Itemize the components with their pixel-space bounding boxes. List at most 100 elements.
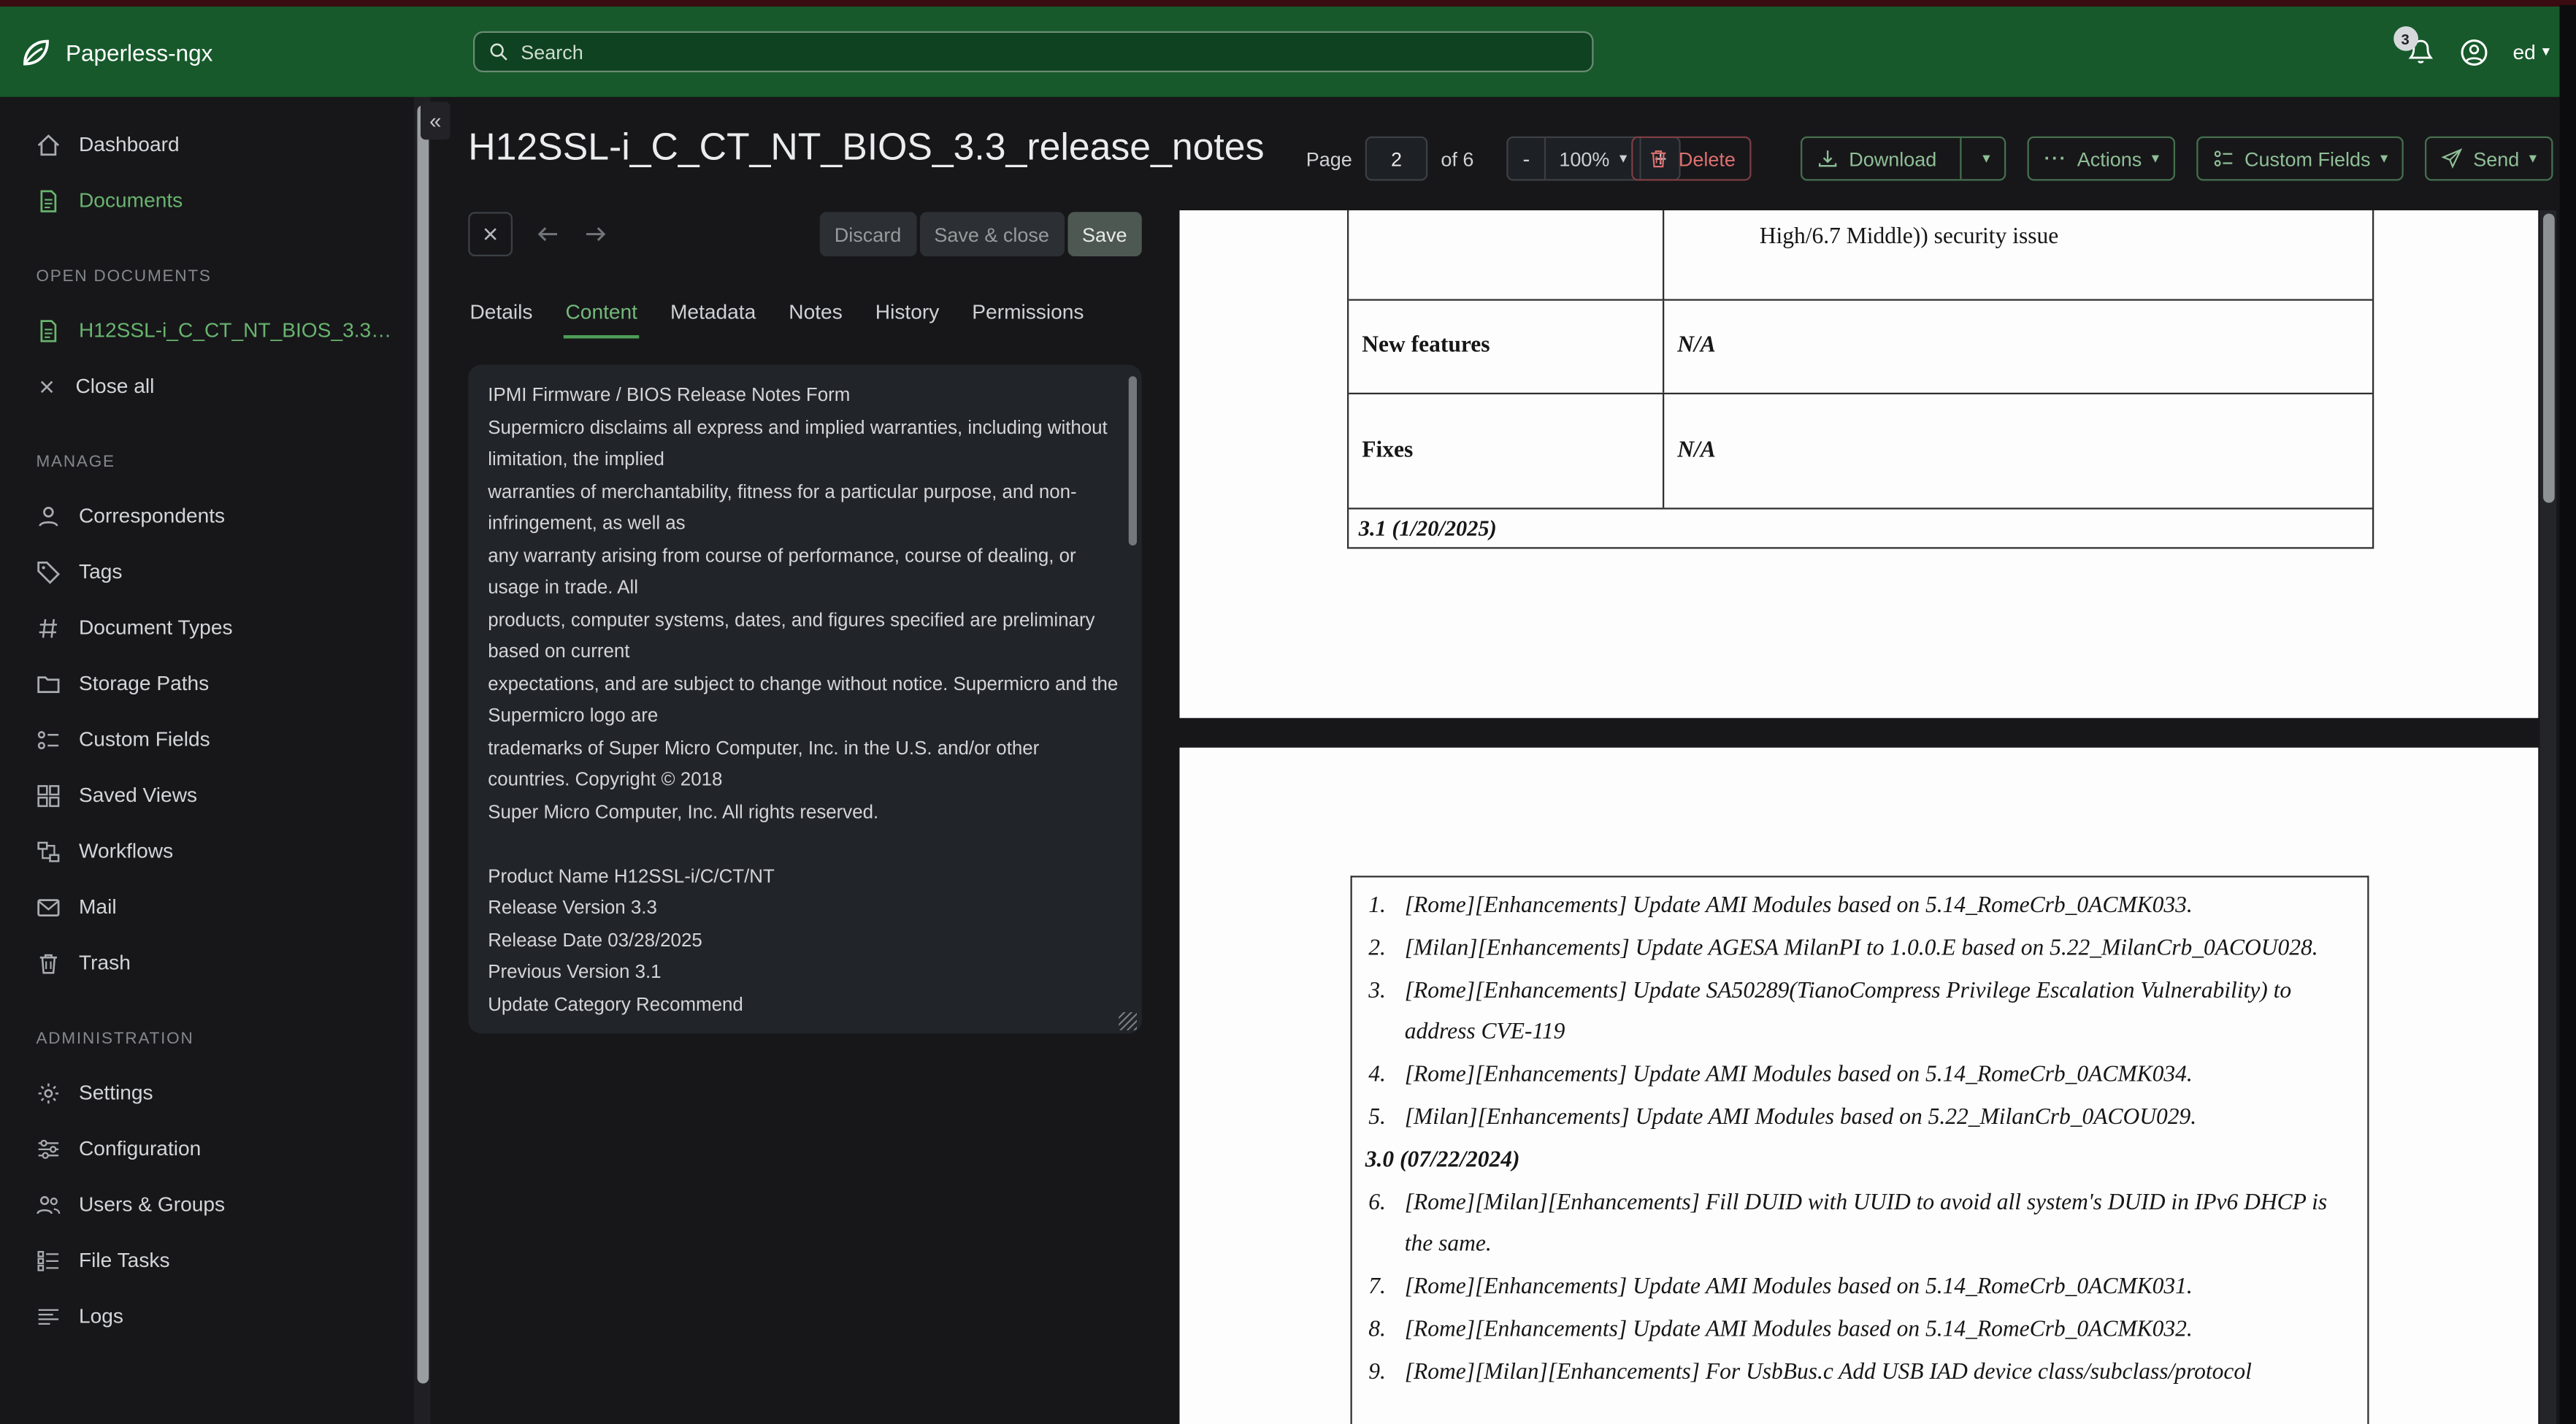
folder-icon — [37, 671, 61, 696]
discard-button[interactable]: Discard — [819, 212, 916, 256]
paperless-app: Paperless-ngx 3 ed ▾ Dashboard Documents — [0, 0, 2576, 1424]
global-search — [473, 31, 1594, 72]
file-text-icon — [37, 188, 61, 213]
app-title: Paperless-ngx — [66, 38, 213, 65]
sidebar-item-users-groups[interactable]: Users & Groups — [0, 1176, 414, 1233]
sidebar-scrollbar-thumb[interactable] — [416, 105, 429, 1384]
sidebar-item-storage-paths[interactable]: Storage Paths — [0, 656, 414, 712]
page-navigation: Page of 6 - 100% ▾ + — [1306, 136, 1682, 181]
sidebar-item-document-types[interactable]: Document Types — [0, 600, 414, 656]
tasks-icon — [37, 1248, 61, 1273]
sidebar-item-trash[interactable]: Trash — [0, 935, 414, 991]
app-brand: Paperless-ngx — [0, 35, 212, 68]
sidebar-item-file-tasks[interactable]: File Tasks — [0, 1233, 414, 1289]
sidebar-item-settings[interactable]: Settings — [0, 1065, 414, 1121]
search-icon — [488, 41, 509, 62]
pdf-page-2: 1. [Rome][Enhancements] Update AMI Module… — [1179, 747, 2539, 1424]
sidebar-item-saved-views[interactable]: Saved Views — [0, 767, 414, 824]
page-total-label: of 6 — [1441, 147, 1474, 170]
next-document-button[interactable] — [583, 222, 608, 247]
people-icon — [37, 1192, 61, 1217]
sidebar-item-correspondents[interactable]: Correspondents — [0, 488, 414, 544]
close-icon — [480, 223, 501, 245]
actions-dropdown-button[interactable]: ··· Actions ▾ — [2028, 136, 2176, 181]
chevron-down-icon: ▾ — [1982, 149, 1990, 166]
trash-icon — [1647, 148, 1668, 169]
save-button[interactable]: Save — [1067, 212, 1142, 256]
sidebar-item-logs[interactable]: Logs — [0, 1288, 414, 1344]
editor-toolbar: Discard Save & close Save — [468, 212, 1142, 256]
tab-content[interactable]: Content — [564, 301, 640, 339]
username-label: ed — [2512, 40, 2536, 64]
table-cell-value: N/A — [1677, 437, 1716, 463]
logs-icon — [37, 1304, 61, 1328]
chevron-down-icon: ▾ — [2380, 149, 2388, 166]
tag-icon — [37, 559, 61, 584]
list-item: 6. [Rome][Milan][Enhancements] Fill DUID … — [1368, 1190, 2328, 1258]
split-divider — [1959, 138, 1962, 180]
list-item: 7. [Rome][Enhancements] Update AMI Module… — [1368, 1275, 2193, 1301]
list-item: 9. [Rome][Milan][Enhancements] For UsbBus… — [1368, 1360, 2252, 1385]
zoom-level-select[interactable]: 100% ▾ — [1546, 136, 1642, 181]
sidebar-item-documents[interactable]: Documents — [0, 172, 414, 229]
page-number-input[interactable] — [1365, 136, 1428, 181]
list-item: 3. [Rome][Enhancements] Update SA50289(Ti… — [1368, 979, 2292, 1046]
textarea-resize-handle[interactable] — [1119, 1012, 1137, 1030]
pdf-page-1: High/6.7 Middle)) security issue New fea… — [1179, 210, 2539, 719]
window-scrollbar-gutter — [2559, 4, 2576, 1424]
send-dropdown-button[interactable]: Send ▾ — [2425, 136, 2553, 181]
sidebar-item-dashboard[interactable]: Dashboard — [0, 117, 414, 173]
table-row: 3.1 (1/20/2025) — [1349, 510, 2372, 549]
house-icon — [37, 132, 61, 157]
zoom-out-button[interactable]: - — [1506, 136, 1546, 181]
fields-icon — [2213, 148, 2234, 169]
preview-scrollbar-thumb[interactable] — [2542, 213, 2554, 503]
chevron-down-icon: ▾ — [2529, 149, 2537, 166]
account-icon-button[interactable] — [2458, 37, 2488, 67]
textarea-scrollbar-thumb[interactable] — [1128, 376, 1137, 546]
document-actions: Delete Download ▾ ··· Actions ▾ Custom F… — [1630, 136, 2553, 181]
version-heading: 3.0 (07/22/2024) — [1365, 1148, 1520, 1174]
user-menu[interactable]: ed ▾ — [2513, 40, 2550, 64]
sidebar-item-workflows[interactable]: Workflows — [0, 823, 414, 879]
chevron-down-icon: ▾ — [2151, 149, 2159, 166]
chevron-down-icon: ▾ — [2542, 42, 2550, 59]
table-row: Fixes N/A — [1349, 394, 2372, 510]
notifications-button[interactable]: 3 — [2393, 26, 2434, 66]
tab-permissions[interactable]: Permissions — [970, 301, 1086, 339]
tab-notes[interactable]: Notes — [787, 301, 844, 339]
zoom-value: 100% — [1559, 147, 1610, 170]
hash-icon — [37, 616, 61, 640]
sidebar-item-custom-fields[interactable]: Custom Fields — [0, 711, 414, 767]
sidebar-collapse-button[interactable]: « — [421, 102, 451, 140]
sidebar-item-mail[interactable]: Mail — [0, 879, 414, 935]
save-and-close-button[interactable]: Save & close — [919, 212, 1065, 256]
sidebar: Dashboard Documents OPEN DOCUMENTS H12SS… — [0, 96, 414, 1424]
person-icon — [37, 504, 61, 529]
page-label: Page — [1306, 147, 1352, 170]
window-top-strip — [0, 0, 2576, 7]
document-content-textarea[interactable]: IPMI Firmware / BIOS Release Notes Form … — [468, 364, 1142, 1034]
list-item: 4. [Rome][Enhancements] Update AMI Module… — [1368, 1063, 2193, 1088]
open-document-item[interactable]: H12SSL-i_C_CT_NT_BIOS_3.3_rel... — [0, 302, 414, 359]
envelope-icon — [37, 895, 61, 919]
table-cell-empty — [1349, 210, 1665, 299]
download-split-button[interactable]: Download ▾ — [1801, 136, 2006, 181]
sidebar-item-tags[interactable]: Tags — [0, 544, 414, 600]
close-all-button[interactable]: Close all — [0, 359, 414, 415]
page-title: H12SSL-i_C_CT_NT_BIOS_3.3_release_notes — [468, 125, 1265, 168]
custom-fields-dropdown-button[interactable]: Custom Fields ▾ — [2196, 136, 2404, 181]
sidebar-scrollbar-track — [414, 96, 431, 1424]
tab-details[interactable]: Details — [468, 301, 534, 339]
manage-header: MANAGE — [36, 453, 115, 472]
search-input[interactable] — [473, 31, 1594, 72]
tab-history[interactable]: History — [874, 301, 941, 339]
previous-document-button[interactable] — [536, 222, 561, 247]
tab-metadata[interactable]: Metadata — [669, 301, 758, 339]
delete-button[interactable]: Delete — [1630, 136, 1752, 181]
sidebar-item-configuration[interactable]: Configuration — [0, 1121, 414, 1177]
table-row: New features N/A — [1349, 300, 2372, 394]
close-document-button[interactable] — [468, 212, 513, 256]
download-icon — [1817, 148, 1839, 169]
list-item: 1. [Rome][Enhancements] Update AMI Module… — [1368, 894, 2193, 919]
